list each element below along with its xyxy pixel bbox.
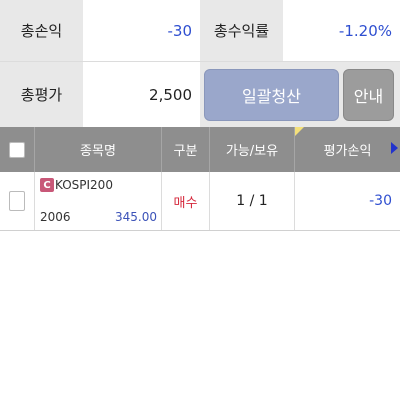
total-pl-label: 총손익 [0, 0, 83, 61]
header-qty[interactable]: 가능/보유 [210, 127, 295, 172]
select-all-cell [0, 127, 35, 172]
row-select-cell [0, 172, 35, 230]
instrument-badge-icon: C [40, 178, 54, 192]
instrument-details: 2006 345.00 [40, 210, 157, 224]
total-return-label: 총수익률 [200, 0, 283, 61]
action-button-area: 일괄청산 안내 [200, 62, 400, 127]
row-checkbox[interactable] [9, 191, 25, 211]
position-eval-pl: -30 [369, 193, 392, 209]
liquidate-all-button[interactable]: 일괄청산 [204, 68, 339, 121]
instrument-title: C KOSPI200 [40, 178, 157, 192]
header-eval-pl-cell[interactable]: 평가손익 [295, 127, 400, 172]
positions-table-header: 종목명 구분 가능/보유 평가손익 [0, 127, 400, 172]
instrument-code: 2006 [40, 210, 71, 224]
corner-marker-icon [295, 127, 304, 136]
total-return-value: -1.20% [283, 0, 400, 61]
header-type[interactable]: 구분 [162, 127, 210, 172]
select-all-checkbox[interactable] [9, 141, 25, 158]
summary-row-eval: 총평가 2,500 일괄청산 안내 [0, 62, 400, 127]
total-eval-label: 총평가 [0, 62, 83, 127]
position-qty: 1 / 1 [210, 172, 295, 230]
table-row[interactable]: C KOSPI200 2006 345.00 매수 1 / 1 -30 [0, 172, 400, 231]
total-eval-value: 2,500 [83, 62, 200, 127]
scroll-right-arrow-icon[interactable] [391, 142, 398, 154]
info-button[interactable]: 안내 [343, 68, 394, 121]
header-name[interactable]: 종목명 [35, 127, 162, 172]
instrument-cell[interactable]: C KOSPI200 2006 345.00 [35, 172, 162, 230]
position-type: 매수 [162, 172, 210, 230]
total-pl-value: -30 [83, 0, 200, 61]
instrument-name: KOSPI200 [55, 178, 113, 192]
header-eval-pl: 평가손익 [323, 144, 372, 159]
summary-row-pl: 총손익 -30 총수익률 -1.20% [0, 0, 400, 62]
instrument-price: 345.00 [115, 210, 157, 224]
